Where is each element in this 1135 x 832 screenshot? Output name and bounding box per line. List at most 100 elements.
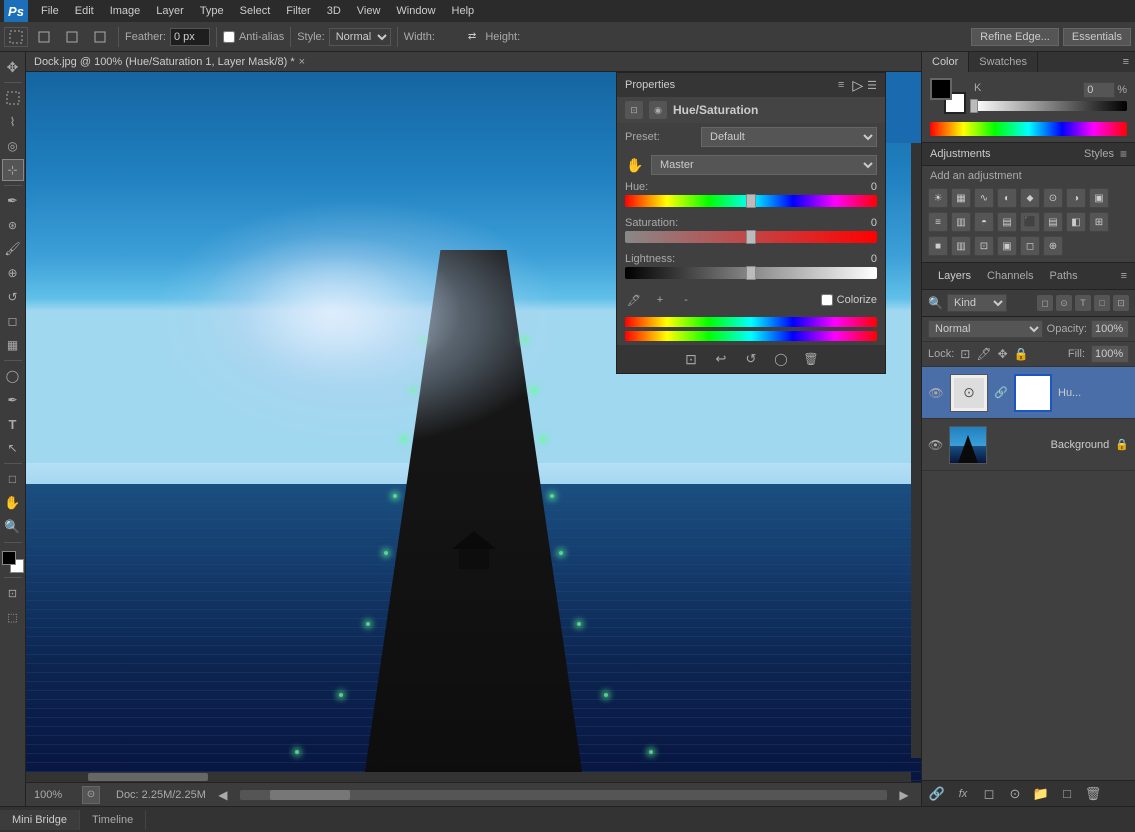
single-row-btn[interactable] (60, 27, 84, 47)
layer-icon-btn[interactable]: ⊡ (625, 101, 643, 119)
filter-smart-btn[interactable]: ⊡ (1113, 295, 1129, 311)
adj-gradient2-btn[interactable]: ▥ (951, 236, 971, 256)
previous-state-btn[interactable]: ↩ (712, 350, 730, 368)
blend-mode-select[interactable]: Normal (928, 320, 1043, 338)
layer-visibility-btn[interactable]: 👁 (928, 437, 943, 453)
preset-select[interactable]: Default (701, 127, 877, 147)
lasso-tool[interactable]: ⌇ (2, 111, 24, 133)
brush-tool[interactable]: 🖌 (2, 238, 24, 260)
shape-tool[interactable]: □ (2, 468, 24, 490)
toggle-visibility-btn[interactable]: ◯ (772, 350, 790, 368)
lock-transparent-btn[interactable]: ⊡ (960, 347, 970, 361)
menu-edit[interactable]: Edit (68, 3, 101, 19)
delete-btn[interactable]: 🗑 (802, 350, 820, 368)
canvas-h-scrollbar[interactable] (26, 772, 911, 782)
hand-tool[interactable]: ✋ (2, 492, 24, 514)
lightness-slider-track[interactable] (625, 267, 877, 279)
tab-paths[interactable]: Paths (1042, 267, 1086, 285)
lock-all-btn[interactable]: 🔒 (1014, 347, 1029, 361)
k-slider-track[interactable] (974, 101, 1127, 111)
adj-curves-btn[interactable]: ∿ (974, 188, 994, 208)
add-style-btn[interactable]: fx (954, 785, 972, 803)
lock-image-btn[interactable]: 🖊 (976, 347, 991, 361)
quick-mask-btn[interactable]: ⊡ (2, 582, 24, 604)
k-slider-thumb[interactable] (970, 99, 978, 113)
tab-color[interactable]: Color (922, 52, 969, 72)
tab-close-btn[interactable]: × (299, 56, 305, 68)
k-value-input[interactable] (1083, 82, 1115, 98)
mask-icon-btn[interactable]: ◉ (649, 101, 667, 119)
antialias-checkbox[interactable] (223, 31, 235, 43)
doc-info-arrow-right[interactable]: ▶ (895, 786, 913, 804)
adj-grid-btn[interactable]: ⊞ (1089, 212, 1109, 232)
filter-adjust-btn[interactable]: ⊙ (1056, 295, 1072, 311)
menu-layer[interactable]: Layer (149, 3, 191, 19)
channel-hand-icon[interactable]: ✋ (625, 155, 645, 175)
tab-timeline[interactable]: Timeline (80, 810, 146, 830)
layer-visibility-btn[interactable]: 👁 (928, 385, 944, 401)
adj-levels-btn[interactable]: ▦ (951, 188, 971, 208)
crop-tool[interactable]: ⊹ (2, 159, 24, 181)
adj-extra6-btn[interactable]: ⊕ (1043, 236, 1063, 256)
eraser-tool[interactable]: ◻ (2, 310, 24, 332)
adj-threshold-btn[interactable]: ⬛ (1020, 212, 1040, 232)
filter-pixel-btn[interactable]: ◻ (1037, 295, 1053, 311)
filter-shape-btn[interactable]: □ (1094, 295, 1110, 311)
menu-help[interactable]: Help (445, 3, 482, 19)
adj-gradient-btn[interactable]: ▤ (1043, 212, 1063, 232)
gradient-tool[interactable]: ▦ (2, 334, 24, 356)
marquee-tool[interactable] (2, 87, 24, 109)
adj-extra4-btn[interactable]: ▣ (997, 236, 1017, 256)
screen-mode-btn[interactable]: ⬚ (2, 606, 24, 628)
filter-type-btn[interactable]: T (1075, 295, 1091, 311)
kind-filter-select[interactable]: Kind (947, 294, 1007, 312)
channel-select[interactable]: Master (651, 155, 877, 175)
foreground-color-swatch[interactable] (2, 551, 16, 565)
properties-close-arrow[interactable]: ▷ (852, 77, 863, 94)
menu-view[interactable]: View (350, 3, 388, 19)
properties-header[interactable]: Properties ≡ ▷ ☰ (617, 73, 885, 97)
adj-brightness-btn[interactable]: ☀ (928, 188, 948, 208)
adj-extra5-btn[interactable]: ◻ (1020, 236, 1040, 256)
color-panel-menu[interactable]: ≡ (1117, 52, 1135, 72)
zoom-menu-btn[interactable]: ⊙ (82, 786, 100, 804)
canvas-v-scrollbar[interactable] (911, 92, 921, 758)
reset-btn[interactable]: ↺ (742, 350, 760, 368)
link-layers-btn[interactable]: 🔗 (928, 785, 946, 803)
adjustments-menu-btn[interactable]: ≡ (1120, 147, 1127, 161)
layer-row[interactable]: 👁 ⊙ 🔗 Hu... (922, 367, 1135, 419)
stamp-tool[interactable]: ⊕ (2, 262, 24, 284)
tool3-btn[interactable] (88, 27, 112, 47)
add-mask-btn[interactable]: ◻ (980, 785, 998, 803)
pen-tool[interactable]: ✒ (2, 389, 24, 411)
marquee-tool-btn[interactable] (4, 27, 28, 47)
quick-select-tool[interactable]: ◎ (2, 135, 24, 157)
adj-solid-btn[interactable]: ■ (928, 236, 948, 256)
clip-mask-btn[interactable]: ⊡ (682, 350, 700, 368)
layer-row[interactable]: 👁 Background 🔒 (922, 419, 1135, 471)
adj-colorbalance-btn[interactable]: ◑ (1066, 188, 1086, 208)
delete-layer-btn[interactable]: 🗑 (1084, 785, 1102, 803)
canvas-h-scrollbar-thumb[interactable] (88, 773, 208, 781)
new-fill-btn[interactable]: ⊙ (1006, 785, 1024, 803)
history-brush-tool[interactable]: ↺ (2, 286, 24, 308)
layers-menu-btn[interactable]: ≡ (1121, 270, 1127, 282)
menu-filter[interactable]: Filter (279, 3, 317, 19)
tab-mini-bridge[interactable]: Mini Bridge (0, 810, 80, 830)
adj-invert-btn[interactable]: ◓ (974, 212, 994, 232)
eyedropper-tool[interactable]: ✒ (2, 190, 24, 212)
properties-expand-btn[interactable]: ≡ (838, 79, 844, 91)
status-scrollbar[interactable] (240, 790, 887, 800)
lock-position-btn[interactable]: ✥ (998, 347, 1008, 361)
saturation-slider-thumb[interactable] (746, 230, 756, 244)
sample-point-tool[interactable]: 🖊 (625, 291, 643, 309)
path-select-tool[interactable]: ↖ (2, 437, 24, 459)
opacity-input[interactable] (1091, 320, 1129, 338)
fill-input[interactable] (1091, 345, 1129, 363)
tab-styles[interactable]: Styles (1084, 148, 1114, 160)
tab-swatches[interactable]: Swatches (969, 52, 1038, 72)
menu-type[interactable]: Type (193, 3, 231, 19)
adj-posterize-btn[interactable]: ▤ (997, 212, 1017, 232)
refine-edge-button[interactable]: Refine Edge... (971, 28, 1059, 46)
adj-photofilter-btn[interactable]: ▣ (1089, 188, 1109, 208)
